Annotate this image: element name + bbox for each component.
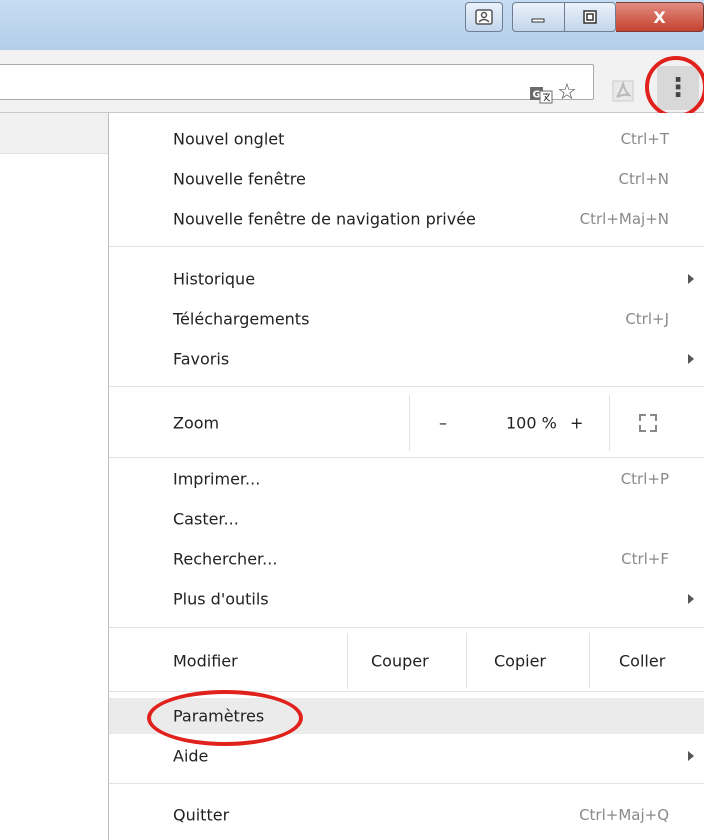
pdf-icon[interactable] xyxy=(610,76,636,106)
submenu-arrow-icon xyxy=(688,751,694,761)
menu-item-incognito-window[interactable]: Nouvelle fenêtre de navigation privée Ct… xyxy=(109,201,704,237)
zoom-out-button[interactable]: – xyxy=(439,414,447,433)
menu-divider xyxy=(466,633,467,689)
menu-item-more-tools[interactable]: Plus d'outils xyxy=(109,581,704,617)
annotation-circle-menu xyxy=(645,56,704,118)
menu-item-shortcut: Ctrl+P xyxy=(620,470,669,488)
menu-item-shortcut: Ctrl+T xyxy=(620,130,669,148)
menu-item-label: Plus d'outils xyxy=(173,589,269,609)
menu-item-shortcut: Ctrl+N xyxy=(618,170,669,188)
menu-item-label: Imprimer... xyxy=(173,469,261,489)
window-controls xyxy=(512,2,616,32)
menu-item-shortcut: Ctrl+J xyxy=(625,310,669,328)
close-button[interactable]: X xyxy=(616,2,704,32)
menu-separator xyxy=(109,783,704,784)
menu-item-label: Nouvel onglet xyxy=(173,129,285,149)
menu-divider xyxy=(347,633,348,689)
restore-button[interactable] xyxy=(563,3,616,31)
menu-item-new-window[interactable]: Nouvelle fenêtre Ctrl+N xyxy=(109,161,704,197)
menu-item-downloads[interactable]: Téléchargements Ctrl+J xyxy=(109,301,704,337)
menu-item-label: Nouvelle fenêtre de navigation privée xyxy=(173,209,476,229)
submenu-arrow-icon xyxy=(688,354,694,364)
menu-item-shortcut: Ctrl+Maj+N xyxy=(579,210,669,228)
menu-item-quit[interactable]: Quitter Ctrl+Maj+Q xyxy=(109,797,704,833)
edit-row: Modifier Couper Copier Coller xyxy=(109,633,704,689)
menu-item-shortcut: Ctrl+Maj+Q xyxy=(579,806,669,824)
translate-icon[interactable]: G xyxy=(528,84,554,106)
address-bar[interactable] xyxy=(0,64,594,100)
menu-item-label: Caster... xyxy=(173,509,239,529)
zoom-row: Zoom – 100 % + xyxy=(109,395,704,451)
menu-separator xyxy=(109,457,704,458)
paste-button[interactable]: Coller xyxy=(619,652,665,671)
restore-icon xyxy=(583,10,597,24)
star-icon[interactable]: ☆ xyxy=(554,77,580,107)
page-tab-strip xyxy=(0,113,108,154)
menu-item-label: Nouvelle fenêtre xyxy=(173,169,306,189)
menu-item-find[interactable]: Rechercher... Ctrl+F xyxy=(109,541,704,577)
menu-item-bookmarks[interactable]: Favoris xyxy=(109,341,704,377)
menu-item-label: Rechercher... xyxy=(173,549,278,569)
menu-divider xyxy=(609,395,610,451)
minimize-button[interactable] xyxy=(513,3,564,31)
menu-item-label: Favoris xyxy=(173,349,230,369)
zoom-label: Zoom xyxy=(173,413,220,433)
annotation-circle-settings xyxy=(147,690,303,746)
menu-item-history[interactable]: Historique xyxy=(109,261,704,297)
menu-item-new-tab[interactable]: Nouvel onglet Ctrl+T xyxy=(109,121,704,157)
zoom-in-button[interactable]: + xyxy=(570,414,583,433)
menu-item-print[interactable]: Imprimer... Ctrl+P xyxy=(109,461,704,497)
edit-label: Modifier xyxy=(173,651,238,671)
menu-item-shortcut: Ctrl+F xyxy=(621,550,669,568)
menu-item-label: Quitter xyxy=(173,805,230,825)
cut-button[interactable]: Couper xyxy=(371,652,429,671)
menu-item-label: Aide xyxy=(173,746,209,766)
window-title-bar: X xyxy=(0,0,704,50)
copy-button[interactable]: Copier xyxy=(494,652,546,671)
submenu-arrow-icon xyxy=(688,594,694,604)
menu-item-label: Téléchargements xyxy=(173,309,310,329)
menu-divider xyxy=(409,395,410,451)
zoom-value: 100 % xyxy=(506,413,557,433)
submenu-arrow-icon xyxy=(688,274,694,284)
menu-item-label: Historique xyxy=(173,269,256,289)
close-icon: X xyxy=(653,7,666,27)
profile-button[interactable] xyxy=(465,2,503,32)
browser-toolbar xyxy=(0,50,704,113)
profile-icon xyxy=(475,9,493,25)
menu-separator xyxy=(109,627,704,628)
fullscreen-icon[interactable] xyxy=(639,414,657,432)
menu-separator xyxy=(109,246,704,247)
menu-divider xyxy=(589,633,590,689)
svg-text:G: G xyxy=(533,90,541,101)
minimize-icon xyxy=(531,18,545,23)
menu-item-cast[interactable]: Caster... xyxy=(109,501,704,537)
menu-separator xyxy=(109,386,704,387)
